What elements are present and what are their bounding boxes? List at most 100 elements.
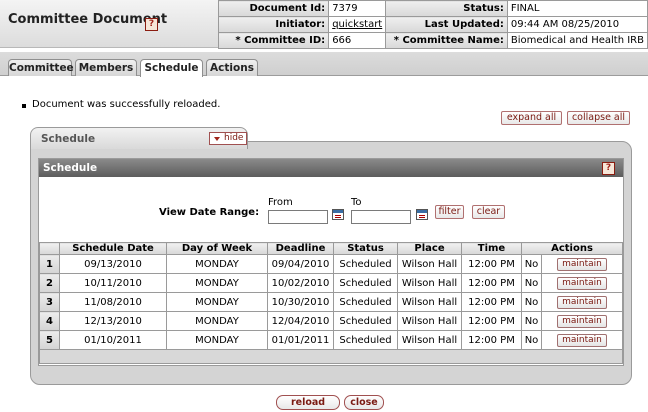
column-header-place: Place <box>397 242 462 255</box>
hide-button[interactable]: hide <box>209 132 247 145</box>
close-button[interactable]: close <box>344 395 384 410</box>
committee-id-value: 666 <box>328 32 387 49</box>
reload-button[interactable]: reload <box>276 395 340 410</box>
table-row: 3 11/08/2010 MONDAY 10/30/2010 Scheduled… <box>39 292 623 312</box>
subpanel-header: Schedule ? <box>39 159 623 177</box>
tab-actions[interactable]: Actions <box>206 59 258 76</box>
committee-name-label: * Committee Name: <box>385 32 508 49</box>
initiator-label: Initiator: <box>217 16 330 33</box>
schedule-date-cell: 11/08/2010 <box>59 292 167 312</box>
row-number: 1 <box>39 254 60 274</box>
table-row: 4 12/13/2010 MONDAY 12/04/2010 Scheduled… <box>39 311 623 331</box>
place-cell: Wilson Hall <box>397 311 462 331</box>
column-header-time: Time <box>461 242 522 255</box>
time-cell: 12:00 PM <box>461 254 522 274</box>
day-of-week-cell: MONDAY <box>166 311 268 331</box>
schedule-date-cell: 01/10/2011 <box>59 330 167 350</box>
committee-id-label: * Committee ID: <box>217 32 330 49</box>
initiator-value: quickstart <box>328 16 387 33</box>
maintain-button[interactable]: maintain <box>557 314 607 328</box>
table-header-row: Schedule Date Day of Week Deadline Statu… <box>39 242 623 255</box>
status-cell: Scheduled <box>333 273 398 293</box>
view-date-range-label: View Date Range: <box>159 207 260 218</box>
actions-cell: maintain <box>541 311 623 331</box>
document-info-table: Document Id: 7379 Status: FINAL Initiato… <box>217 0 648 49</box>
to-date-input[interactable] <box>351 210 411 224</box>
status-cell: Scheduled <box>333 254 398 274</box>
flag-cell: No <box>521 254 542 274</box>
schedule-date-cell: 12/13/2010 <box>59 311 167 331</box>
place-cell: Wilson Hall <box>397 254 462 274</box>
document-id-label: Document Id: <box>217 0 330 17</box>
table-footer-filler <box>39 349 623 364</box>
maintain-button[interactable]: maintain <box>557 257 607 271</box>
actions-cell: maintain <box>541 292 623 312</box>
row-number: 2 <box>39 273 60 293</box>
day-of-week-cell: MONDAY <box>166 330 268 350</box>
place-cell: Wilson Hall <box>397 292 462 312</box>
success-message: Document was successfully reloaded. <box>32 99 221 110</box>
place-cell: Wilson Hall <box>397 330 462 350</box>
column-header-day-of-week: Day of Week <box>166 242 268 255</box>
flag-cell: No <box>521 292 542 312</box>
tab-committee[interactable]: Committee <box>8 59 74 76</box>
maintain-button[interactable]: maintain <box>557 333 607 347</box>
tab-schedule[interactable]: Schedule <box>140 59 203 77</box>
tab-members[interactable]: Members <box>75 59 137 76</box>
time-cell: 12:00 PM <box>461 311 522 331</box>
to-label: To <box>351 197 362 208</box>
actions-cell: maintain <box>541 330 623 350</box>
filter-button[interactable]: filter <box>435 205 464 219</box>
time-cell: 12:00 PM <box>461 292 522 312</box>
deadline-cell: 10/30/2010 <box>267 292 334 312</box>
calendar-icon[interactable] <box>416 209 428 220</box>
column-header-rownum <box>39 242 60 255</box>
table-row: 1 09/13/2010 MONDAY 09/04/2010 Scheduled… <box>39 254 623 274</box>
message-bullet <box>22 104 26 108</box>
day-of-week-cell: MONDAY <box>166 292 268 312</box>
row-number: 3 <box>39 292 60 312</box>
status-cell: Scheduled <box>333 292 398 312</box>
column-header-schedule-date: Schedule Date <box>59 242 167 255</box>
schedule-table: Schedule Date Day of Week Deadline Statu… <box>39 242 623 364</box>
subpanel-title: Schedule <box>43 162 98 174</box>
document-header: Committee Document ? Document Id: 7379 S… <box>0 0 648 49</box>
collapse-all-button[interactable]: collapse all <box>567 111 630 125</box>
status-cell: Scheduled <box>333 330 398 350</box>
column-header-status: Status <box>333 242 398 255</box>
deadline-cell: 09/04/2010 <box>267 254 334 274</box>
maintain-button[interactable]: maintain <box>557 295 607 309</box>
time-cell: 12:00 PM <box>461 330 522 350</box>
help-icon[interactable]: ? <box>145 18 158 31</box>
document-title: Committee Document <box>8 12 168 27</box>
initiator-link[interactable]: quickstart <box>332 19 382 30</box>
last-updated-value: 09:44 AM 08/25/2010 <box>506 16 648 33</box>
section-tab-label: Schedule <box>41 133 96 145</box>
hide-label: hide <box>224 133 244 143</box>
flag-cell: No <box>521 273 542 293</box>
status-cell: Scheduled <box>333 311 398 331</box>
place-cell: Wilson Hall <box>397 273 462 293</box>
calendar-icon[interactable] <box>332 209 344 220</box>
from-date-input[interactable] <box>268 210 328 224</box>
day-of-week-cell: MONDAY <box>166 273 268 293</box>
clear-button[interactable]: clear <box>472 205 505 219</box>
table-row: 5 01/10/2011 MONDAY 01/01/2011 Scheduled… <box>39 330 623 350</box>
deadline-cell: 01/01/2011 <box>267 330 334 350</box>
expand-all-button[interactable]: expand all <box>501 111 562 125</box>
row-number: 4 <box>39 311 60 331</box>
from-label: From <box>268 197 293 208</box>
maintain-button[interactable]: maintain <box>557 276 607 290</box>
document-id-value: 7379 <box>328 0 387 17</box>
tab-bar: Committee Members Schedule Actions <box>0 52 648 77</box>
table-footer-row <box>39 349 623 364</box>
time-cell: 12:00 PM <box>461 273 522 293</box>
row-number: 5 <box>39 330 60 350</box>
flag-cell: No <box>521 311 542 331</box>
deadline-cell: 12/04/2010 <box>267 311 334 331</box>
help-icon[interactable]: ? <box>602 162 615 175</box>
schedule-date-cell: 09/13/2010 <box>59 254 167 274</box>
table-row: 2 10/11/2010 MONDAY 10/02/2010 Scheduled… <box>39 273 623 293</box>
flag-cell: No <box>521 330 542 350</box>
schedule-subpanel: Schedule ? View Date Range: From To filt… <box>38 158 624 366</box>
